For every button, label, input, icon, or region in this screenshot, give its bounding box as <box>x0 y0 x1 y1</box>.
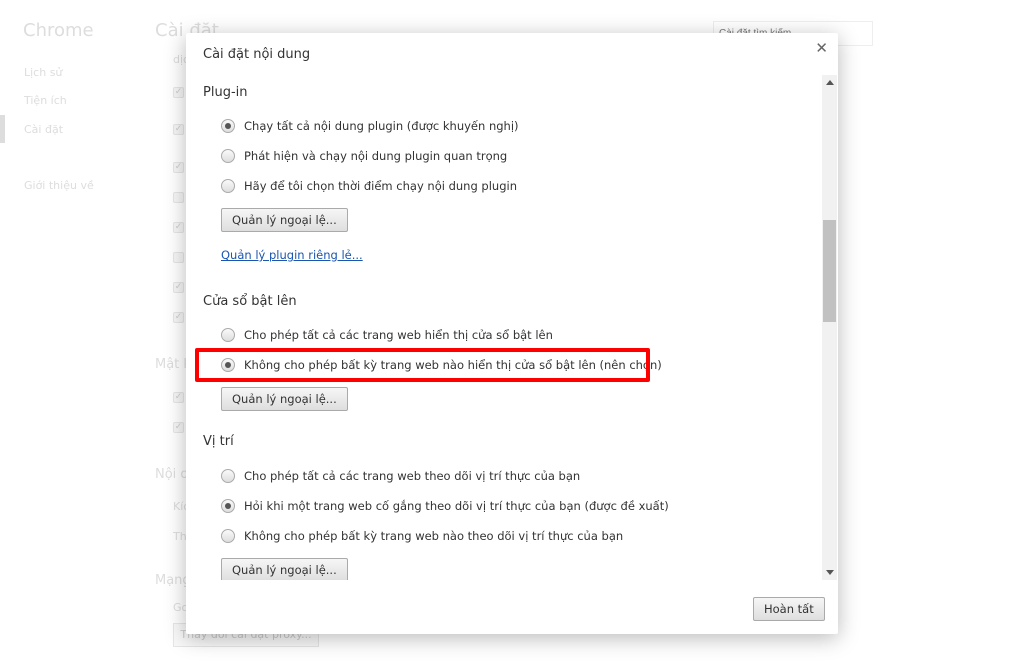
scrollbar[interactable] <box>822 75 837 580</box>
radio-label: Không cho phép bất kỳ trang web nào theo… <box>244 529 624 543</box>
done-button[interactable]: Hoàn tất <box>753 597 825 621</box>
radio-plugins-run-all[interactable]: Chạy tất cả nội dung plugin (được khuyến… <box>221 119 519 133</box>
checkbox[interactable]: ✓ <box>173 222 184 233</box>
manage-individual-plugins-link[interactable]: Quản lý plugin riêng lẻ... <box>221 248 363 262</box>
nav-history-label[interactable]: Lịch sử <box>24 66 62 79</box>
scrollbar-thumb[interactable] <box>823 220 836 322</box>
highlight-box <box>195 348 650 382</box>
nav-extensions[interactable]: Tiện ích <box>24 94 67 107</box>
radio-label: Cho phép tất cả các trang web theo dõi v… <box>244 469 581 483</box>
radio-label: Hãy để tôi chọn thời điểm chạy nội dung … <box>244 179 517 193</box>
radio-button[interactable] <box>221 328 235 342</box>
bg-text: Th <box>173 530 187 543</box>
checkbox[interactable]: ✓ <box>173 312 184 323</box>
radio-button[interactable] <box>221 529 235 543</box>
radio-button[interactable] <box>221 469 235 483</box>
nav-settings[interactable]: Cài đặt <box>24 123 63 136</box>
radio-plugins-ask[interactable]: Hãy để tôi chọn thời điểm chạy nội dung … <box>221 179 517 193</box>
radio-plugins-detect[interactable]: Phát hiện và chạy nội dung plugin quan t… <box>221 149 507 163</box>
nav-about[interactable]: Giới thiệu về <box>24 179 94 192</box>
radio-label: Chạy tất cả nội dung plugin (được khuyến… <box>244 119 519 133</box>
radio-location-block[interactable]: Không cho phép bất kỳ trang web nào theo… <box>221 529 623 543</box>
radio-location-ask[interactable]: Hỏi khi một trang web cố gắng theo dõi v… <box>221 499 669 513</box>
location-manage-exceptions-button[interactable]: Quản lý ngoại lệ... <box>221 558 348 580</box>
checkbox[interactable]: ✓ <box>173 124 184 135</box>
checkbox[interactable]: ✓ <box>173 422 184 433</box>
scroll-down-arrow-icon[interactable] <box>826 570 834 575</box>
dialog-content: Plug-in Chạy tất cả nội dung plugin (đượ… <box>186 75 822 580</box>
app-title: Chrome <box>23 20 94 41</box>
bg-heading: Nội d <box>155 467 189 482</box>
radio-button[interactable] <box>221 119 235 133</box>
section-heading-popups: Cửa sổ bật lên <box>203 294 297 309</box>
radio-button[interactable] <box>221 149 235 163</box>
radio-label: Hỏi khi một trang web cố gắng theo dõi v… <box>244 499 669 513</box>
close-icon[interactable]: ✕ <box>815 39 828 57</box>
checkbox[interactable] <box>173 252 184 263</box>
radio-button[interactable] <box>221 179 235 193</box>
dialog-title: Cài đặt nội dung <box>203 47 311 62</box>
checkbox[interactable]: ✓ <box>173 87 184 98</box>
radio-popups-allow[interactable]: Cho phép tất cả các trang web hiển thị c… <box>221 328 553 342</box>
checkbox[interactable] <box>173 192 184 203</box>
checkbox[interactable]: ✓ <box>173 392 184 403</box>
section-heading-location: Vị trí <box>203 434 234 449</box>
radio-location-allow[interactable]: Cho phép tất cả các trang web theo dõi v… <box>221 469 580 483</box>
radio-label: Phát hiện và chạy nội dung plugin quan t… <box>244 149 508 163</box>
checkbox[interactable]: ✓ <box>173 162 184 173</box>
scroll-up-arrow-icon[interactable] <box>826 80 834 85</box>
popups-manage-exceptions-button[interactable]: Quản lý ngoại lệ... <box>221 387 348 411</box>
section-heading-plugins: Plug-in <box>203 85 248 100</box>
nav-selection-indicator <box>0 115 5 143</box>
plugins-manage-exceptions-button[interactable]: Quản lý ngoại lệ... <box>221 208 348 232</box>
content-settings-dialog: Cài đặt nội dung ✕ Plug-in Chạy tất cả n… <box>186 33 838 634</box>
radio-button[interactable] <box>221 499 235 513</box>
radio-label: Cho phép tất cả các trang web hiển thị c… <box>244 328 553 342</box>
checkbox[interactable]: ✓ <box>173 282 184 293</box>
